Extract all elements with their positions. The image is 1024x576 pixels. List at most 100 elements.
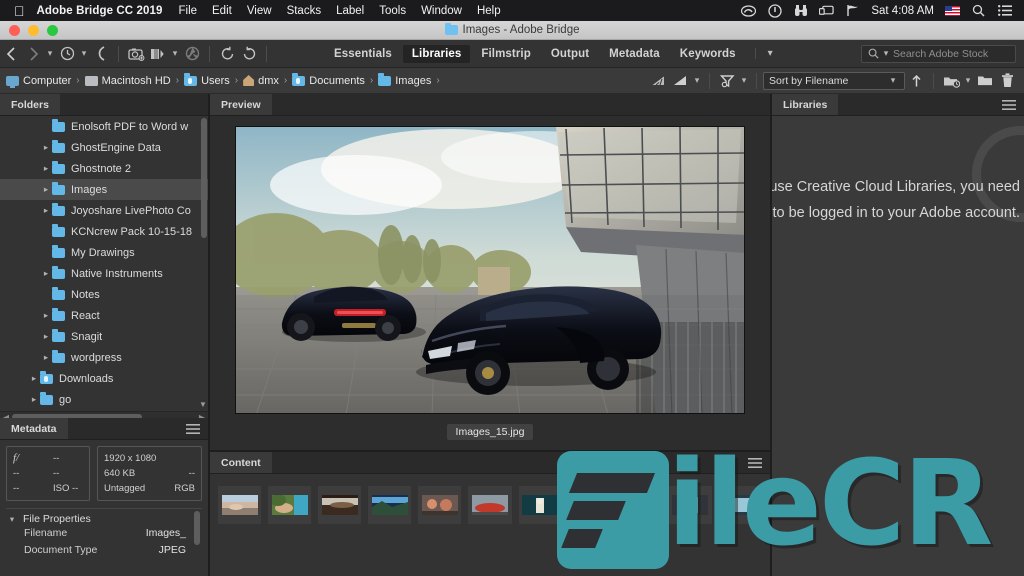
menu-item-view[interactable]: View — [247, 5, 272, 17]
folder-row-notes[interactable]: Notes — [0, 284, 208, 305]
breadcrumb-users[interactable]: Users — [184, 73, 230, 87]
filter-funnel-icon[interactable] — [716, 70, 738, 92]
menu-item-stacks[interactable]: Stacks — [287, 5, 322, 17]
menu-bar-clock[interactable]: Sat 4:08 AM — [871, 5, 934, 17]
folders-vertical-scrollbar[interactable] — [201, 118, 207, 238]
chevron-right-icon[interactable]: ▸ — [40, 310, 52, 321]
recent-history-button[interactable] — [56, 43, 78, 65]
screen-sharing-icon[interactable] — [819, 3, 835, 18]
forward-button[interactable] — [22, 43, 44, 65]
spotlight-search-icon[interactable] — [971, 3, 986, 18]
menu-item-file[interactable]: File — [178, 5, 197, 17]
file-properties-header[interactable]: ▾ File Properties — [6, 513, 202, 525]
folder-row-react[interactable]: ▸ React — [0, 305, 208, 326]
thumbnail-item[interactable] — [318, 486, 362, 524]
tab-content[interactable]: Content — [210, 452, 272, 473]
workspace-filmstrip[interactable]: Filmstrip — [472, 45, 539, 63]
chevron-down-icon[interactable]: ▾ — [169, 48, 181, 59]
tab-libraries[interactable]: Libraries — [772, 94, 839, 115]
new-folder-icon[interactable] — [940, 70, 962, 92]
chevron-right-icon[interactable]: ▸ — [28, 394, 40, 405]
scroll-down-arrow[interactable]: ▼ — [198, 400, 208, 409]
hamburger-menu-icon[interactable] — [178, 418, 208, 439]
get-photos-from-camera-icon[interactable] — [125, 43, 147, 65]
chevron-right-icon[interactable]: ▸ — [28, 373, 40, 384]
workspace-essentials[interactable]: Essentials — [325, 45, 401, 63]
folder-row-ghostnote-2[interactable]: ▸ Ghostnote 2 — [0, 158, 208, 179]
thumbnail-item[interactable] — [568, 486, 612, 524]
content-body[interactable] — [210, 474, 770, 576]
open-in-camera-raw-icon[interactable] — [181, 43, 203, 65]
close-window-button[interactable] — [9, 24, 20, 36]
rotate-counterclockwise-icon[interactable] — [216, 43, 238, 65]
thumbnail-item[interactable] — [518, 486, 562, 524]
search-input[interactable]: Search Adobe Stock — [893, 48, 988, 60]
rotate-clockwise-icon[interactable] — [238, 43, 260, 65]
maximize-window-button[interactable] — [47, 24, 58, 36]
chevron-down-icon[interactable]: ▾ — [691, 75, 703, 86]
chevron-down-icon[interactable]: ▾ — [78, 48, 90, 59]
folder-row-snagit[interactable]: ▸ Snagit — [0, 326, 208, 347]
breadcrumb-macintosh-hd[interactable]: Macintosh HD — [84, 75, 171, 87]
chevron-right-icon[interactable]: ▸ — [40, 205, 52, 216]
breadcrumb-dmx[interactable]: dmx — [243, 75, 279, 87]
tab-preview[interactable]: Preview — [210, 94, 272, 115]
preview-image[interactable] — [235, 126, 745, 414]
chevron-down-icon[interactable]: ▾ — [6, 514, 18, 525]
chevron-right-icon[interactable]: ▸ — [40, 184, 52, 195]
tab-metadata[interactable]: Metadata — [0, 418, 68, 439]
thumbnail-item[interactable] — [218, 486, 262, 524]
thumbnail-item[interactable] — [418, 486, 462, 524]
go-to-parent-button[interactable] — [90, 43, 112, 65]
breadcrumb-computer[interactable]: Computer — [6, 75, 71, 88]
chevron-right-icon[interactable]: ▸ — [40, 352, 52, 363]
thumbnail-item[interactable] — [468, 486, 512, 524]
folder-row-go[interactable]: ▸ go — [0, 389, 208, 410]
thumbnail-item[interactable] — [668, 486, 712, 524]
thumbnail-item[interactable] — [268, 486, 312, 524]
chevron-down-icon[interactable]: ▾ — [44, 48, 56, 59]
folder-row-wordpress[interactable]: ▸ wordpress — [0, 347, 208, 368]
breadcrumb-images[interactable]: Images — [378, 73, 431, 87]
creative-cloud-icon[interactable] — [741, 3, 757, 18]
power-icon[interactable] — [767, 3, 782, 18]
menu-item-window[interactable]: Window — [421, 5, 462, 17]
hamburger-menu-icon[interactable] — [740, 452, 770, 473]
chevron-down-icon[interactable]: ▾ — [738, 75, 750, 86]
binoculars-icon[interactable] — [793, 3, 808, 18]
menu-app-name[interactable]: Adobe Bridge CC 2019 — [37, 5, 163, 17]
hamburger-menu-icon[interactable] — [994, 94, 1024, 115]
folder-row-ghostengine-data[interactable]: ▸ GhostEngine Data — [0, 137, 208, 158]
folder-row-my-drawings[interactable]: My Drawings — [0, 242, 208, 263]
tab-folders[interactable]: Folders — [0, 94, 60, 115]
refine-icon[interactable] — [147, 43, 169, 65]
adobe-stock-search[interactable]: ▾ Search Adobe Stock — [861, 44, 1016, 63]
chevron-down-icon[interactable]: ▾ — [882, 48, 890, 59]
chevron-down-icon[interactable]: ▾ — [962, 75, 974, 86]
chevron-right-icon[interactable]: ▸ — [40, 268, 52, 279]
folder-row-joyoshare[interactable]: ▸ Joyoshare LivePhoto Co — [0, 200, 208, 221]
chevron-right-icon[interactable]: ▸ — [40, 331, 52, 342]
folder-row-images[interactable]: ▸ Images — [0, 179, 208, 200]
menu-item-edit[interactable]: Edit — [212, 5, 232, 17]
chevron-down-icon[interactable]: ▾ — [754, 48, 773, 59]
flag-icon[interactable] — [845, 3, 860, 18]
workspace-keywords[interactable]: Keywords — [671, 45, 745, 63]
folder-row-downloads[interactable]: ▸ Downloads — [0, 368, 208, 389]
delete-item-button[interactable] — [996, 70, 1018, 92]
menu-item-label[interactable]: Label — [336, 5, 364, 17]
chevron-right-icon[interactable]: ▸ — [40, 163, 52, 174]
metadata-vertical-scrollbar[interactable] — [194, 511, 200, 545]
back-button[interactable] — [0, 43, 22, 65]
thumbnail-item[interactable] — [718, 486, 763, 524]
sort-dropdown[interactable]: Sort by Filename ▾ — [763, 71, 905, 90]
filter-by-rating-icon[interactable] — [647, 70, 669, 92]
thumbnail-item[interactable] — [368, 486, 412, 524]
thumbnail-item[interactable] — [618, 486, 662, 524]
workspace-output[interactable]: Output — [542, 45, 598, 63]
chevron-right-icon[interactable]: ▸ — [40, 142, 52, 153]
filter-items-icon[interactable] — [669, 70, 691, 92]
control-center-icon[interactable] — [997, 3, 1012, 18]
apple-logo-icon[interactable]:  — [14, 4, 25, 18]
workspace-metadata[interactable]: Metadata — [600, 45, 669, 63]
